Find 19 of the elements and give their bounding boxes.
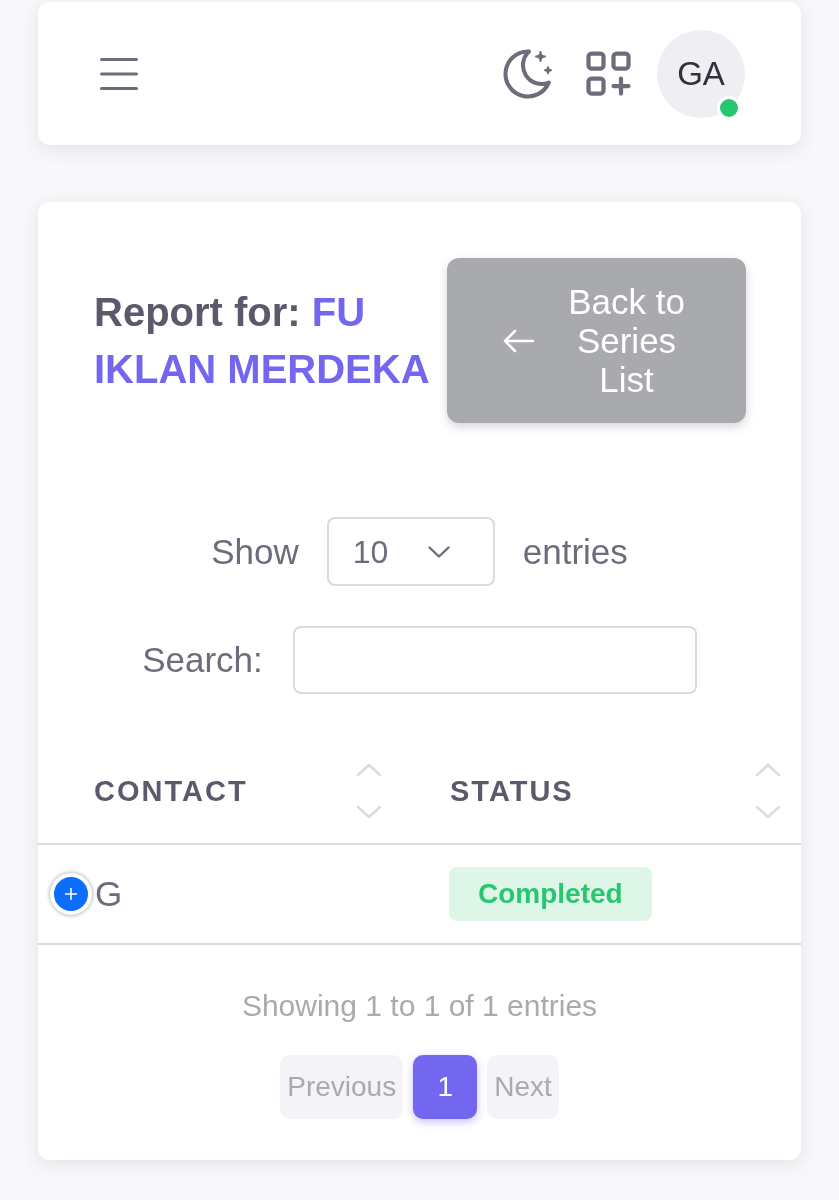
column-header[interactable]: STATUS	[450, 772, 574, 810]
plus-icon	[65, 888, 77, 900]
grid-plus-icon[interactable]	[586, 51, 631, 96]
contact-name: G	[95, 874, 123, 914]
entries-select[interactable]: 10	[326, 517, 495, 586]
report-title: Report for: FU IKLAN MERDEKA	[94, 288, 431, 393]
column-header[interactable]: CONTACT	[94, 772, 248, 810]
moon-stars-icon[interactable]	[503, 48, 553, 99]
menu-icon[interactable]	[100, 57, 138, 90]
search-field[interactable]	[292, 626, 697, 694]
show-label: Show	[211, 531, 299, 572]
status-badge: Completed	[449, 867, 652, 921]
page-button[interactable]: 1	[413, 1055, 478, 1119]
chevron-down-icon	[427, 545, 450, 558]
entries-info: Showing 1 to 1 of 1 entries	[240, 989, 599, 1023]
avatar[interactable]: GA	[657, 29, 745, 118]
entries-label: entries	[522, 531, 628, 572]
search-label: Search:	[142, 640, 263, 680]
arrow-left-icon	[502, 328, 535, 353]
